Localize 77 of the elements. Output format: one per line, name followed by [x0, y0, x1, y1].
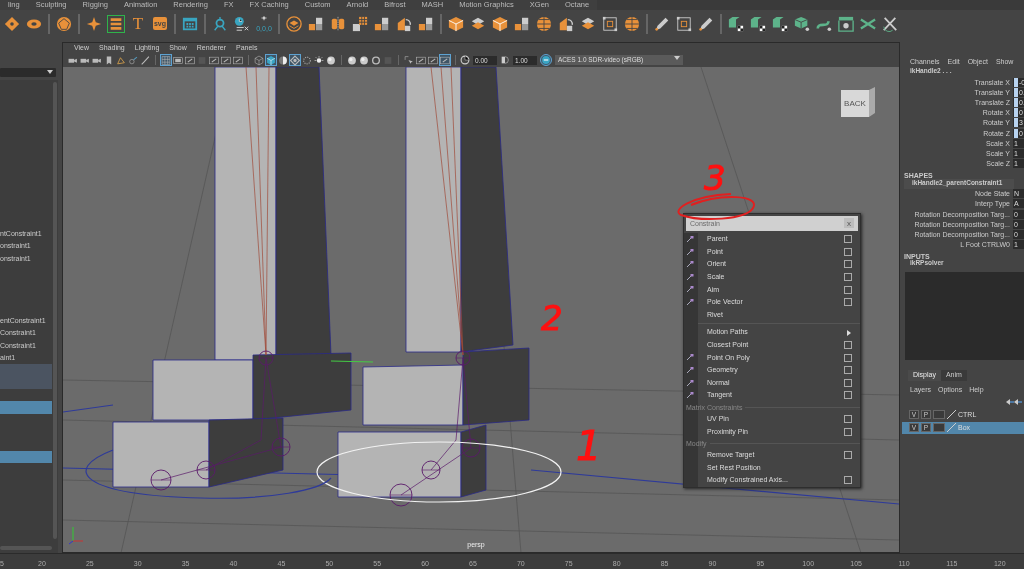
move-down-icon[interactable]	[1014, 397, 1022, 405]
layers-icon[interactable]	[285, 14, 303, 33]
wireframe-cube-icon[interactable]	[253, 54, 265, 66]
sphere-icon[interactable]	[358, 54, 370, 66]
grid-icon[interactable]	[160, 54, 172, 66]
texture-icon[interactable]	[289, 54, 301, 66]
frame-icon[interactable]	[184, 54, 196, 66]
frame-icon[interactable]	[232, 54, 244, 66]
clock-icon[interactable]	[233, 14, 251, 33]
locator-icon	[260, 15, 268, 21]
window-icon[interactable]	[837, 14, 855, 33]
annotation-number: 1	[576, 423, 602, 469]
image-plane-icon[interactable]	[115, 54, 127, 66]
checker-tile-icon[interactable]	[727, 14, 745, 33]
grid-icon[interactable]	[351, 14, 369, 33]
axis-gizmo-icon	[68, 526, 84, 545]
color-swatch[interactable]	[933, 410, 945, 420]
option-box[interactable]	[844, 427, 852, 436]
caret-icon	[674, 56, 680, 60]
lattice-icon[interactable]	[107, 14, 125, 33]
sphere-icon[interactable]	[346, 54, 358, 66]
frame-icon[interactable]	[415, 54, 427, 66]
joint-icon[interactable]	[211, 14, 229, 33]
annotation-number: 3	[704, 158, 726, 198]
film-gate-icon[interactable]	[172, 54, 184, 66]
option-box[interactable]	[844, 260, 852, 269]
aperture-icon[interactable]	[460, 55, 470, 65]
color-wheel-icon[interactable]	[540, 54, 552, 66]
checker-tile-icon[interactable]	[771, 14, 789, 33]
cube-icon[interactable]	[491, 14, 509, 33]
outliner-filter-dropdown[interactable]	[0, 68, 56, 77]
option-box[interactable]	[844, 366, 852, 375]
bounding-box-icon[interactable]	[601, 14, 619, 33]
cube-icon[interactable]	[447, 14, 465, 33]
cube-icon[interactable]	[793, 14, 811, 33]
diamond-icon[interactable]	[3, 14, 21, 33]
ring-icon[interactable]	[370, 54, 382, 66]
text-tool-button[interactable]: T	[129, 14, 147, 33]
frame-icon[interactable]	[427, 54, 439, 66]
option-box[interactable]	[844, 476, 852, 485]
checker-tile-icon[interactable]	[749, 14, 767, 33]
color-swatch[interactable]	[933, 423, 945, 433]
option-box[interactable]	[844, 341, 852, 350]
option-box[interactable]	[844, 451, 852, 460]
option-box[interactable]	[844, 353, 852, 362]
sphere-icon[interactable]	[325, 54, 337, 66]
gamma-icon[interactable]	[500, 55, 510, 65]
submenu-arrow-icon	[847, 328, 851, 337]
select-icon[interactable]	[403, 54, 415, 66]
light-bulb-icon[interactable]	[313, 54, 325, 66]
frame-icon[interactable]	[439, 54, 451, 66]
half-circle-icon[interactable]	[277, 54, 289, 66]
outliner-row[interactable]	[0, 451, 52, 464]
close-button[interactable]: x	[844, 218, 854, 228]
split-cube-icon[interactable]	[329, 14, 347, 33]
scissors-icon[interactable]	[881, 14, 899, 33]
bounding-box-icon[interactable]	[675, 14, 693, 33]
frame-icon[interactable]	[208, 54, 220, 66]
option-box[interactable]	[844, 378, 852, 387]
caret-icon	[47, 70, 53, 74]
shaded-cube-icon[interactable]	[265, 54, 277, 66]
sphere-icon[interactable]	[535, 14, 553, 33]
option-box[interactable]	[844, 415, 852, 423]
option-box[interactable]	[844, 391, 852, 400]
dotted-circle-icon[interactable]	[301, 54, 313, 66]
annotation-number: 2	[541, 298, 563, 338]
option-box[interactable]	[844, 247, 852, 256]
frame-icon[interactable]	[220, 54, 232, 66]
sphere-icon[interactable]	[623, 14, 641, 33]
polyhedron-icon[interactable]	[55, 14, 73, 33]
option-box[interactable]	[844, 273, 852, 282]
option-box[interactable]	[844, 285, 852, 294]
option-box[interactable]	[844, 235, 852, 244]
move-icon[interactable]	[127, 54, 139, 66]
option-box[interactable]	[844, 298, 852, 307]
brush-icon[interactable]	[139, 54, 151, 66]
move-up-icon[interactable]	[1006, 397, 1014, 405]
